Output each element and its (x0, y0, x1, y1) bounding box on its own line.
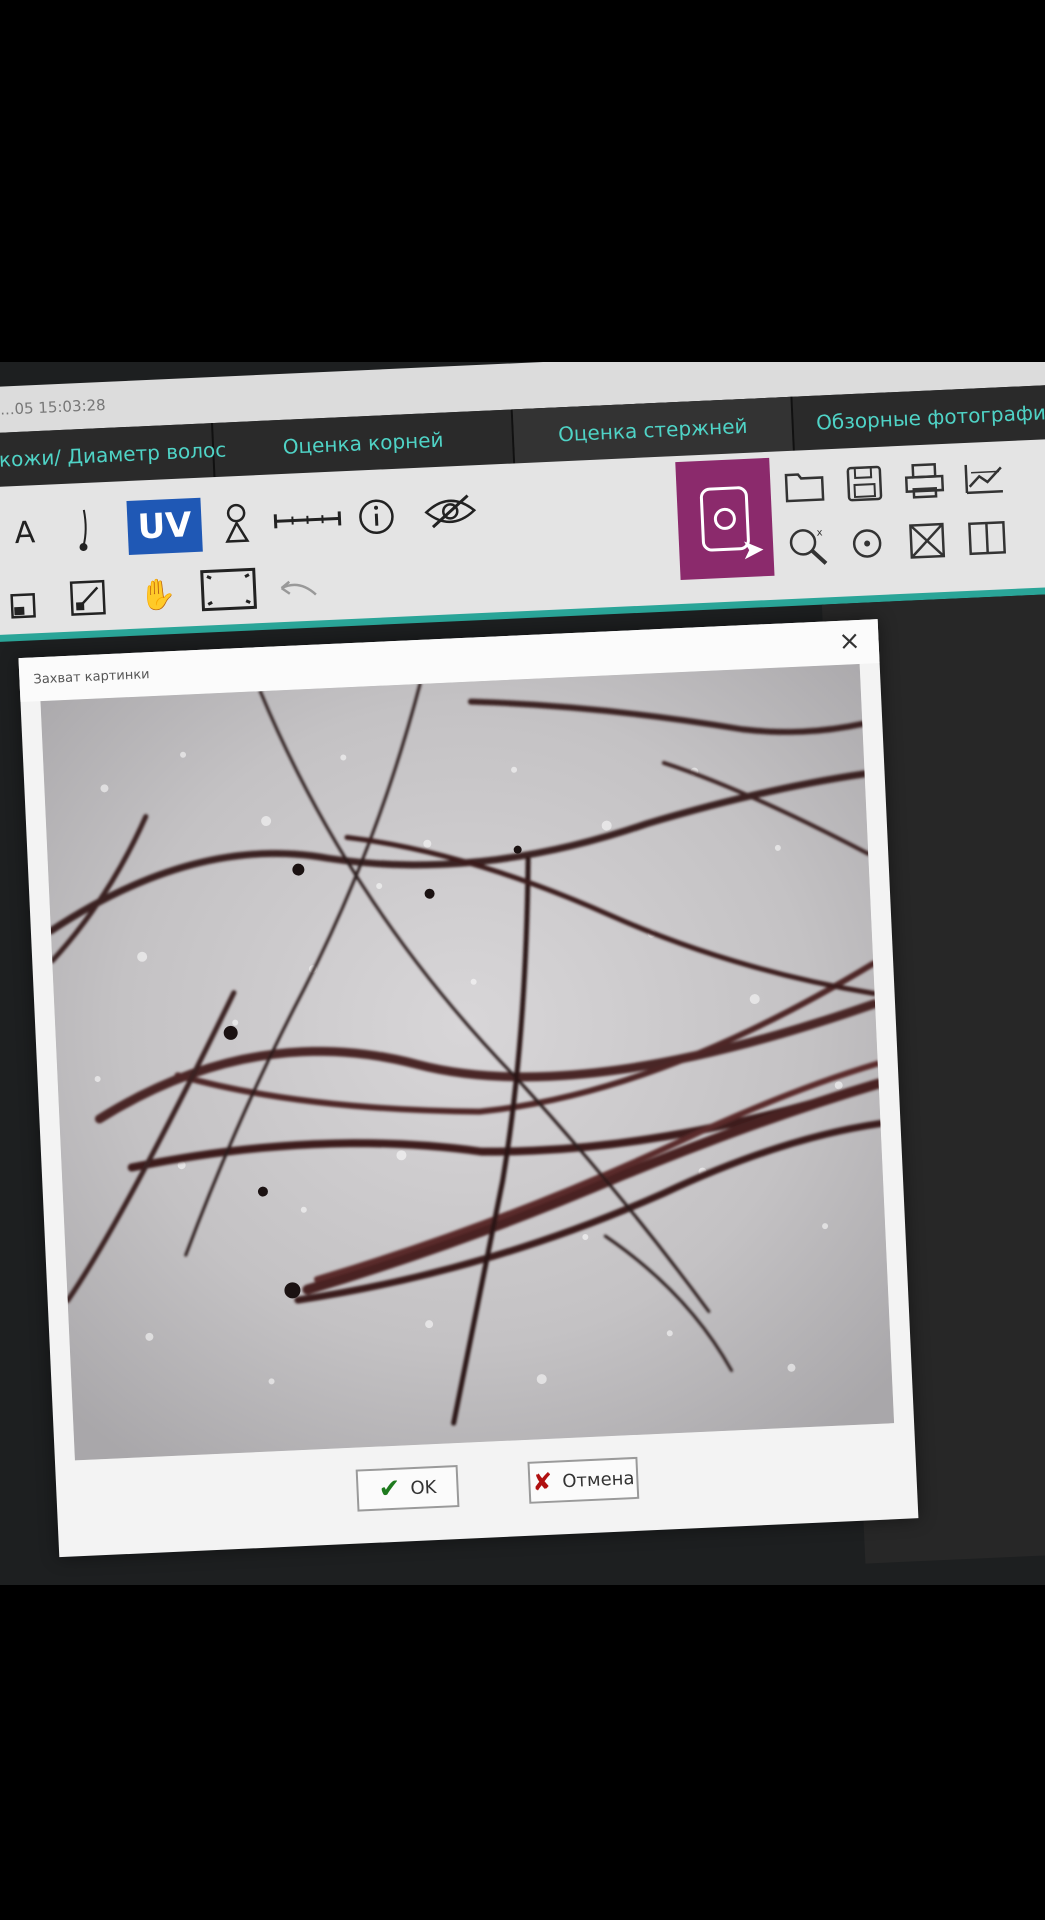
text-tool-icon[interactable]: A (0, 504, 53, 560)
crop-icon[interactable] (0, 572, 56, 628)
ok-button-label: OK (409, 1476, 437, 1499)
svg-text:x: x (816, 528, 822, 539)
checkmark-icon: ✔ (378, 1473, 402, 1505)
ruler-icon[interactable] (266, 491, 348, 549)
save-icon[interactable] (837, 456, 891, 510)
chart-icon[interactable] (957, 451, 1011, 505)
info-icon[interactable] (348, 489, 404, 545)
uv-button[interactable]: UV (126, 497, 203, 555)
target-icon[interactable] (840, 516, 894, 570)
app-window: ...05 15:03:28 ...и кожи/ Диаметр волос … (0, 362, 1045, 1585)
split-view-icon[interactable] (960, 511, 1014, 565)
microscope-image (40, 663, 895, 1461)
fit-frame-icon[interactable] (194, 561, 262, 618)
hair-micrograph (40, 663, 895, 1461)
capture-dialog: Захват картинки × ✔ OK ✘ Отмена (18, 619, 919, 1558)
cancel-button-label: Отмена (561, 1467, 635, 1492)
person-pin-icon[interactable] (208, 495, 264, 551)
monitor-screen: ...05 15:03:28 ...и кожи/ Диаметр волос … (0, 362, 1045, 1585)
undo-arrow-icon[interactable] (269, 560, 325, 616)
dialog-title: Захват картинки (33, 667, 150, 688)
photo-black-top (0, 0, 1045, 362)
print-icon[interactable] (897, 454, 951, 508)
cross-icon: ✘ (531, 1467, 554, 1497)
close-icon[interactable]: × (838, 626, 861, 657)
ok-button[interactable]: ✔ OK (355, 1465, 460, 1512)
mouse-cursor-icon: ➤ (740, 532, 766, 567)
eye-hidden-icon[interactable] (416, 483, 484, 540)
no-image-icon[interactable] (900, 514, 954, 568)
folder-icon[interactable] (777, 459, 831, 513)
hair-tool-icon[interactable] (57, 502, 113, 558)
zoom-reset-icon[interactable]: x (780, 519, 834, 573)
photo-black-bottom (0, 1585, 1045, 1920)
cancel-button[interactable]: ✘ Отмена (527, 1456, 640, 1504)
resize-icon[interactable] (60, 570, 116, 626)
hand-icon[interactable]: ✋ (130, 567, 186, 623)
window-timestamp: ...05 15:03:28 (0, 395, 107, 419)
